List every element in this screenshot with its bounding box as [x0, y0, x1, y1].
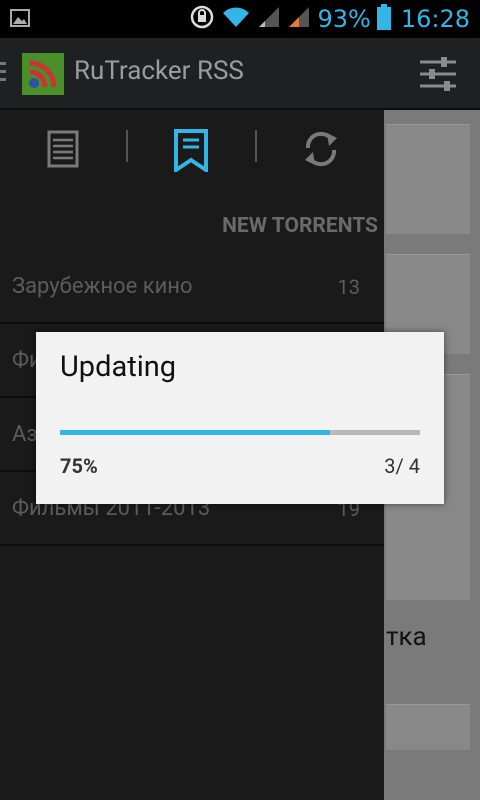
progress-bar [60, 430, 420, 435]
app-logo-icon[interactable] [22, 53, 64, 95]
app-title: RuTracker RSS [74, 56, 244, 86]
list-tab-icon[interactable] [43, 128, 83, 170]
refresh-tab-icon[interactable] [300, 128, 340, 170]
updating-dialog: Updating 75% 3/ 4 [36, 332, 444, 504]
section-header: NEW TORRENTS [222, 214, 378, 238]
wifi-icon [221, 5, 251, 33]
rotation-lock-icon [189, 4, 215, 34]
content-partial-text: тка [386, 622, 427, 652]
drawer-tabs [0, 110, 384, 186]
signal-1-icon [257, 5, 281, 33]
battery-icon [376, 4, 391, 34]
list-item-label: Зарубежное кино [12, 274, 193, 299]
list-item[interactable]: Зарубежное кино 13 [0, 250, 384, 324]
signal-2-icon [287, 5, 311, 33]
content-card [386, 124, 470, 234]
drawer-indicator-icon[interactable] [0, 62, 6, 82]
content-card [386, 704, 470, 750]
clock: 16:28 [400, 5, 470, 33]
tab-divider [255, 130, 257, 162]
list-item-count: 13 [337, 275, 360, 299]
progress-bar-fill [60, 430, 330, 435]
status-bar: 93% 16:28 [0, 0, 480, 38]
tab-divider [126, 130, 128, 162]
battery-percent: 93% [317, 5, 371, 33]
progress-count: 3/ 4 [384, 454, 420, 478]
progress-percent: 75% [60, 454, 98, 478]
action-bar: RuTracker RSS [0, 38, 480, 110]
dialog-title: Updating [60, 350, 177, 384]
settings-sliders-icon[interactable] [418, 54, 458, 94]
image-notification-icon [10, 8, 30, 32]
bookmark-tab-icon[interactable] [171, 128, 211, 174]
list-item-label: Аз [12, 422, 38, 447]
